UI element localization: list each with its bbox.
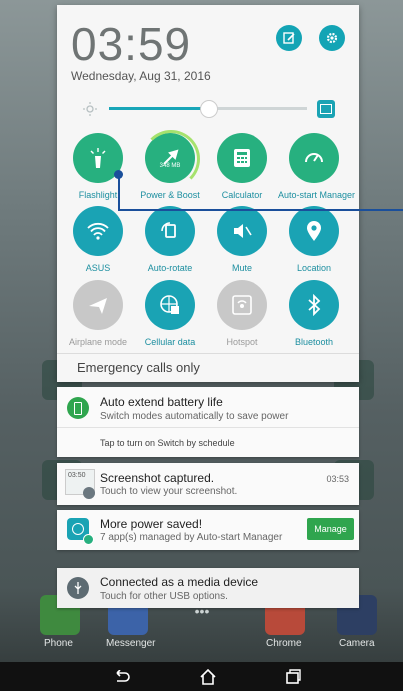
bluetooth-icon: [289, 280, 339, 330]
clock: 03:59: [71, 18, 192, 70]
check-badge-icon: [83, 534, 94, 545]
tile-auto-rotate[interactable]: Auto-rotate: [134, 206, 206, 273]
location-icon: [289, 206, 339, 256]
usb-notification-subtitle: Touch for other USB options.: [100, 591, 228, 602]
screenshot-notification-title: Screenshot captured.: [100, 471, 215, 485]
tile-airplane-mode[interactable]: Airplane mode: [62, 280, 134, 347]
hotspot-icon: [217, 280, 267, 330]
calculator-icon: [217, 133, 267, 183]
annotation-line: [118, 209, 403, 211]
edit-icon[interactable]: [276, 25, 302, 51]
tile-auto-start-manager[interactable]: Auto-start Manager: [278, 133, 356, 200]
navigation-bar: [0, 662, 403, 691]
home-icon[interactable]: [198, 668, 218, 686]
tile-cellular-data[interactable]: Cellular data: [134, 280, 206, 347]
tile-label: Calculator: [221, 190, 263, 200]
wifi-icon: [73, 206, 123, 256]
tile-location[interactable]: Location: [278, 206, 350, 273]
battery-schedule-action[interactable]: Tap to turn on Switch by schedule: [100, 438, 235, 448]
tile-power-boost[interactable]: 348 MB Power & Boost: [134, 130, 206, 200]
brightness-thumb[interactable]: [200, 100, 218, 118]
tile-asus[interactable]: ASUS: [62, 206, 134, 273]
date: Wednesday, Aug 31, 2016: [71, 69, 211, 83]
speedometer-icon: [289, 133, 339, 183]
tile-flashlight[interactable]: Flashlight: [62, 133, 134, 200]
brightness-low-icon: [83, 102, 97, 116]
tile-label: Bluetooth: [294, 337, 334, 347]
power-notification[interactable]: More power saved! 7 app(s) managed by Au…: [57, 510, 359, 550]
dock-messenger-label: Messenger: [106, 638, 156, 649]
usb-notification-title: Connected as a media device: [100, 575, 259, 589]
dock-phone-label: Phone: [44, 638, 73, 649]
brightness-fill: [109, 107, 208, 110]
tile-label: Auto-rotate: [147, 263, 193, 273]
cellular-icon: [145, 280, 195, 330]
annotation-line: [118, 174, 120, 210]
power-notification-subtitle: 7 app(s) managed by Auto-start Manager: [100, 532, 283, 543]
annotation-dot: [114, 170, 123, 179]
tile-label: Auto-start Manager: [278, 190, 356, 200]
quick-settings-panel: 03:59 Wednesday, Aug 31, 2016 Flashlight…: [57, 5, 359, 382]
battery-notification-title: Auto extend battery life: [100, 395, 223, 409]
airplane-icon: [73, 280, 123, 330]
settings-icon[interactable]: [319, 25, 345, 51]
panel-divider: [57, 353, 359, 354]
recents-icon[interactable]: [283, 668, 303, 686]
usb-icon: [67, 577, 89, 599]
boost-progress-ring: [142, 130, 200, 188]
tile-mute[interactable]: Mute: [206, 206, 278, 273]
tile-bluetooth[interactable]: Bluetooth: [278, 280, 350, 347]
rotate-icon: [145, 206, 195, 256]
mute-icon: [217, 206, 267, 256]
boost-icon: 348 MB: [142, 130, 200, 188]
brightness-control[interactable]: [79, 98, 341, 120]
auto-brightness-icon[interactable]: [317, 100, 335, 118]
screenshot-time: 03:53: [326, 474, 349, 484]
tile-label: Mute: [231, 263, 252, 273]
back-icon[interactable]: [112, 668, 132, 686]
dock-camera-label: Camera: [339, 638, 375, 649]
tile-label: Power & Boost: [140, 190, 200, 200]
tile-label: ASUS: [85, 263, 111, 273]
usb-notification[interactable]: Connected as a media device Touch for ot…: [57, 568, 359, 608]
screenshot-notification[interactable]: 03:50 Screenshot captured. Touch to view…: [57, 463, 359, 505]
tile-label: Hotspot: [226, 337, 258, 347]
screenshot-icon: [83, 487, 95, 499]
tile-calculator[interactable]: Calculator: [206, 133, 278, 200]
emergency-text: Emergency calls only: [77, 360, 200, 375]
tile-label: Airplane mode: [68, 337, 128, 347]
power-notification-title: More power saved!: [100, 517, 203, 531]
battery-icon: [67, 397, 89, 419]
tile-label: Location: [296, 263, 332, 273]
screenshot-notification-subtitle: Touch to view your screenshot.: [100, 486, 238, 497]
battery-notification[interactable]: Auto extend battery life Switch modes au…: [57, 387, 359, 457]
tile-hotspot[interactable]: Hotspot: [206, 280, 278, 347]
manage-button[interactable]: Manage: [307, 518, 354, 540]
battery-notification-subtitle: Switch modes automatically to save power: [100, 411, 289, 422]
dock-chrome-label: Chrome: [266, 638, 302, 649]
tile-label: Flashlight: [78, 190, 118, 200]
tile-label: Cellular data: [144, 337, 196, 347]
